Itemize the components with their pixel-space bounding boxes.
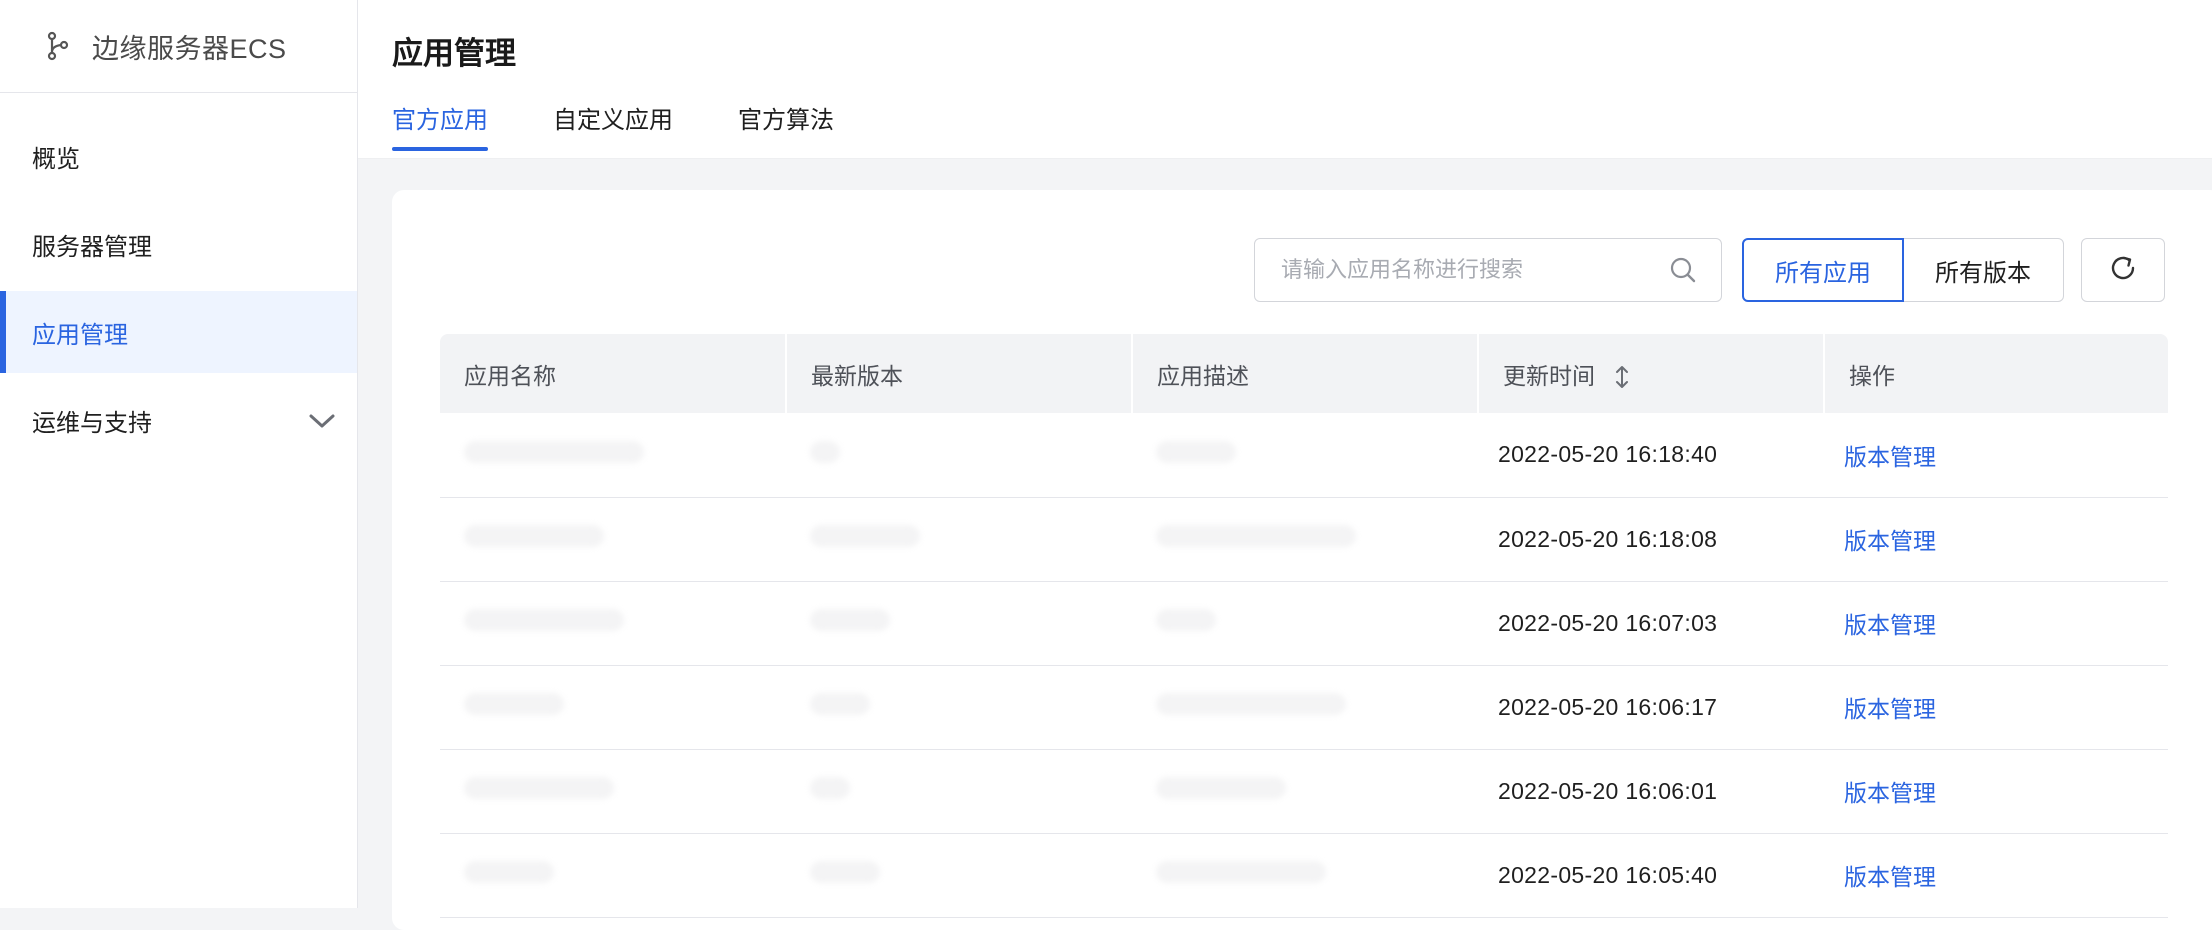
column-header-updated-time[interactable]: 更新时间 [1478, 334, 1825, 413]
version-management-link[interactable]: 版本管理 [1844, 780, 1936, 806]
sidebar-item-server-management[interactable]: 服务器管理 [0, 203, 357, 285]
redacted-text [810, 525, 920, 547]
cell-description [1132, 833, 1478, 918]
table-row: 2022-05-20 16:07:03 版本管理 [440, 581, 2168, 666]
table-row: 2022-05-20 16:06:01 版本管理 [440, 749, 2168, 834]
search-input[interactable] [1279, 256, 1669, 284]
sidebar-item-app-management[interactable]: 应用管理 [0, 291, 357, 373]
sort-icon[interactable] [1613, 364, 1631, 390]
column-header-latest-version: 最新版本 [786, 334, 1133, 413]
cell-latest-version [786, 665, 1132, 750]
table-row: 2022-05-20 16:06:17 版本管理 [440, 665, 2168, 750]
sidebar-item-label: 运维与支持 [32, 409, 152, 437]
cell-app-name [440, 581, 786, 666]
sidebar-item-label: 应用管理 [32, 321, 128, 349]
redacted-text [1156, 777, 1286, 799]
version-management-link[interactable]: 版本管理 [1844, 612, 1936, 638]
column-header-app-name: 应用名称 [440, 334, 787, 413]
cell-latest-version [786, 413, 1132, 498]
page-title: 应用管理 [392, 36, 516, 71]
redacted-text [464, 609, 624, 631]
redacted-text [464, 861, 554, 883]
cell-updated-time: 2022-05-20 16:05:40 [1478, 833, 1824, 918]
table-header-row: 应用名称 最新版本 应用描述 更新时间 操作 [440, 334, 2168, 413]
cell-app-name [440, 497, 786, 582]
column-header-actions: 操作 [1824, 334, 2168, 413]
filter-segment: 所有应用 所有版本 [1742, 238, 2064, 302]
cell-actions: 版本管理 [1824, 749, 2168, 834]
cell-actions: 版本管理 [1824, 665, 2168, 750]
table-row: 2022-05-20 16:18:40 版本管理 [440, 413, 2168, 498]
refresh-button[interactable] [2081, 238, 2165, 302]
cell-actions: 版本管理 [1824, 581, 2168, 666]
sidebar-nav: 概览 服务器管理 应用管理 运维与支持 [0, 115, 357, 461]
cell-actions: 版本管理 [1824, 413, 2168, 498]
tab-bar: 官方应用 自定义应用 官方算法 [392, 100, 899, 151]
tab-custom-apps[interactable]: 自定义应用 [553, 100, 673, 151]
cell-latest-version [786, 833, 1132, 918]
redacted-text [810, 440, 840, 463]
column-header-label: 更新时间 [1503, 362, 1595, 389]
cell-latest-version [786, 581, 1132, 666]
version-management-link[interactable]: 版本管理 [1844, 528, 1936, 554]
filter-all-versions-button[interactable]: 所有版本 [1902, 238, 2064, 302]
sidebar: 边缘服务器ECS 概览 服务器管理 应用管理 运维与支持 [0, 0, 358, 908]
cell-latest-version [786, 749, 1132, 834]
chevron-down-icon[interactable] [307, 410, 337, 430]
toolbar: 所有应用 所有版本 [1254, 238, 2165, 302]
cell-app-name [440, 413, 786, 498]
redacted-text [810, 609, 890, 631]
cell-description [1132, 749, 1478, 834]
version-management-link[interactable]: 版本管理 [1844, 864, 1936, 890]
cell-app-name [440, 833, 786, 918]
redacted-text [1156, 440, 1236, 463]
cell-description [1132, 413, 1478, 498]
cell-description [1132, 581, 1478, 666]
cell-description [1132, 665, 1478, 750]
cell-description [1132, 497, 1478, 582]
version-management-link[interactable]: 版本管理 [1844, 696, 1936, 722]
sidebar-item-ops-support[interactable]: 运维与支持 [0, 379, 357, 461]
cell-updated-time: 2022-05-20 16:06:01 [1478, 749, 1824, 834]
redacted-text [810, 861, 880, 883]
tab-official-algorithms[interactable]: 官方算法 [738, 100, 834, 151]
version-management-link[interactable]: 版本管理 [1844, 444, 1936, 470]
sidebar-item-label: 概览 [32, 145, 80, 173]
redacted-text [810, 777, 850, 799]
cell-actions: 版本管理 [1824, 497, 2168, 582]
cell-actions: 版本管理 [1824, 833, 2168, 918]
filter-all-apps-button[interactable]: 所有应用 [1742, 238, 1904, 302]
redacted-text [1156, 609, 1216, 631]
cell-updated-time: 2022-05-20 16:18:08 [1478, 497, 1824, 582]
search-box [1254, 238, 1722, 302]
cell-updated-time: 2022-05-20 16:07:03 [1478, 581, 1824, 666]
content-card: 所有应用 所有版本 应用名称 最新版本 应用描述 [392, 190, 2212, 930]
cell-app-name [440, 749, 786, 834]
sidebar-item-label: 服务器管理 [32, 233, 152, 261]
brand-title: 边缘服务器ECS [92, 33, 287, 64]
cell-latest-version [786, 497, 1132, 582]
table-row: 2022-05-20 16:05:40 版本管理 [440, 833, 2168, 918]
refresh-icon [2107, 252, 2139, 289]
cell-updated-time: 2022-05-20 16:18:40 [1478, 413, 1824, 498]
page-header: 应用管理 官方应用 自定义应用 官方算法 [358, 0, 2212, 158]
sidebar-item-overview[interactable]: 概览 [0, 115, 357, 197]
cell-updated-time: 2022-05-20 16:06:17 [1478, 665, 1824, 750]
redacted-text [810, 693, 870, 715]
redacted-text [464, 440, 644, 463]
search-icon[interactable] [1669, 256, 1697, 284]
column-header-description: 应用描述 [1132, 334, 1479, 413]
redacted-text [464, 777, 614, 799]
brand: 边缘服务器ECS [0, 0, 357, 93]
redacted-text [464, 693, 564, 715]
cell-app-name [440, 665, 786, 750]
redacted-text [464, 525, 604, 547]
redacted-text [1156, 693, 1346, 715]
redacted-text [1156, 861, 1326, 883]
apps-table: 应用名称 最新版本 应用描述 更新时间 操作 2022-05-20 16:18:… [440, 334, 2168, 918]
table-row: 2022-05-20 16:18:08 版本管理 [440, 497, 2168, 582]
branch-icon [44, 31, 70, 61]
redacted-text [1156, 525, 1356, 547]
tab-official-apps[interactable]: 官方应用 [392, 100, 488, 151]
